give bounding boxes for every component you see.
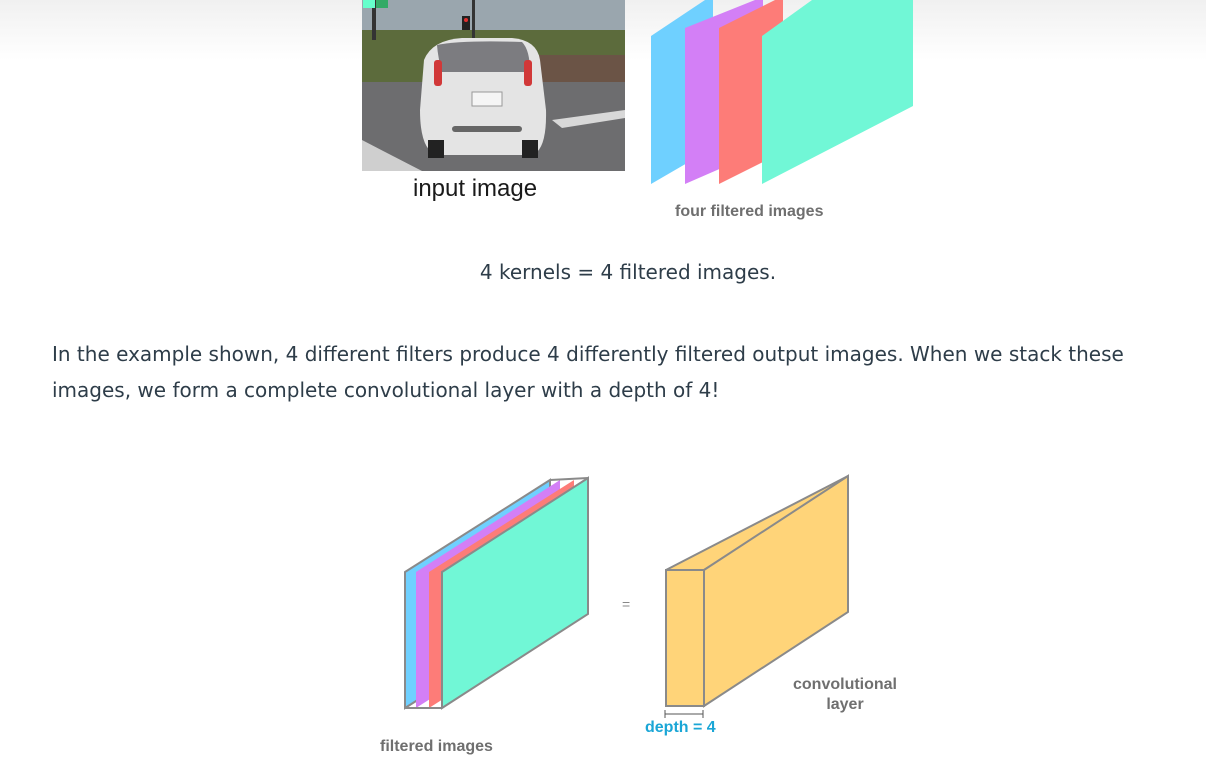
convolutional-layer-label: convolutional layer bbox=[770, 675, 920, 715]
input-image-label: input image bbox=[413, 175, 538, 202]
conv-layer-side bbox=[703, 474, 849, 708]
depth-bracket bbox=[664, 710, 704, 718]
input-image-photo bbox=[362, 0, 625, 171]
equals-sign: = bbox=[622, 596, 631, 612]
four-filtered-images-graphic bbox=[651, 0, 913, 184]
figure-caption: 4 kernels = 4 filtered images. bbox=[479, 260, 777, 284]
convolutional-layer-label-line2: layer bbox=[826, 696, 864, 713]
convolutional-layer-label-line1: convolutional bbox=[793, 676, 897, 693]
body-paragraph: In the example shown, 4 different filter… bbox=[52, 342, 1124, 402]
filtered-image-green bbox=[762, 0, 913, 184]
four-filtered-images-label: four filtered images bbox=[675, 203, 824, 220]
filtered-images-label: filtered images bbox=[380, 738, 493, 755]
filtered-images-stack-graphic bbox=[404, 476, 589, 710]
conv-layer-front bbox=[665, 569, 705, 707]
depth-label: depth = 4 bbox=[645, 719, 716, 736]
